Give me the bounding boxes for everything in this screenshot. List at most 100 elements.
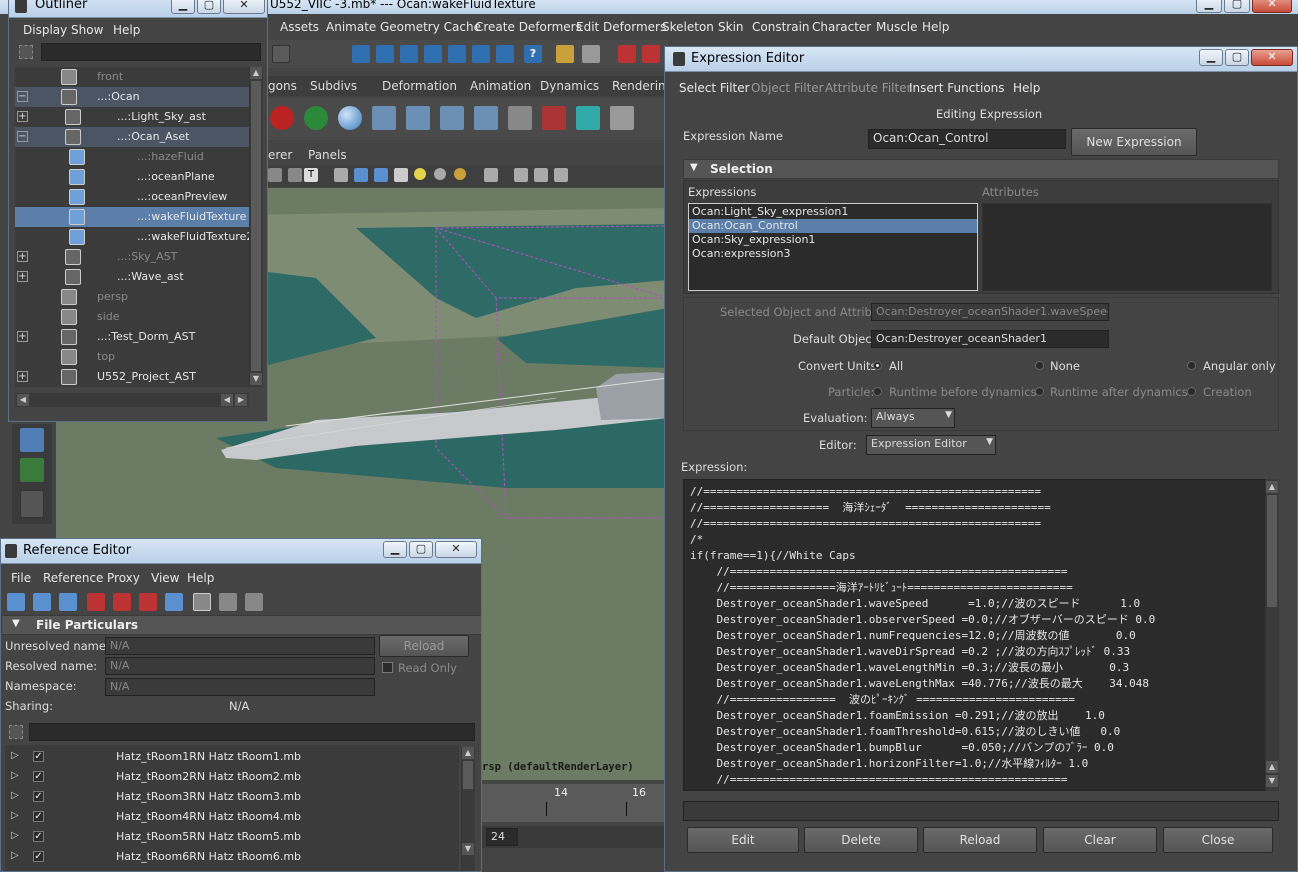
outliner-item[interactable]: + ...:Wave_ast bbox=[15, 267, 249, 287]
checker-icon[interactable] bbox=[394, 168, 408, 182]
loaded-checkbox[interactable]: ✓ bbox=[33, 771, 44, 782]
expression-code-area[interactable]: //======================================… bbox=[683, 479, 1269, 791]
scroll-right-arrow-icon[interactable]: ▶ bbox=[235, 394, 247, 406]
refed-close-button[interactable]: ✕ bbox=[435, 541, 477, 558]
main-menu-item[interactable]: Help bbox=[922, 20, 949, 34]
refed-menu-item[interactable]: Proxy bbox=[107, 571, 140, 585]
command-line-field[interactable] bbox=[683, 801, 1279, 821]
outliner-maximize-button[interactable]: ▢ bbox=[197, 0, 221, 14]
main-menu-item[interactable]: Skin bbox=[718, 20, 744, 34]
reload-button[interactable]: Reload bbox=[379, 635, 469, 657]
expred-close-button[interactable]: ✕ bbox=[1251, 49, 1293, 66]
timeline[interactable]: 14 16 bbox=[482, 784, 668, 822]
file-particulars-section[interactable]: ▼ File Particulars bbox=[1, 615, 481, 635]
scroll-left-arrow-icon[interactable]: ◀ bbox=[221, 394, 233, 406]
scroll-thumb[interactable] bbox=[251, 81, 261, 371]
reload-reference-icon[interactable] bbox=[113, 593, 131, 611]
bookmark-icon[interactable] bbox=[288, 168, 302, 182]
snap-curve-icon[interactable] bbox=[376, 45, 394, 63]
expression-list-item[interactable]: Ocan:expression3 bbox=[689, 247, 977, 261]
loaded-checkbox[interactable]: ✓ bbox=[33, 811, 44, 822]
unload-reference-icon[interactable] bbox=[87, 593, 105, 611]
evaluation-dropdown[interactable]: Always ▼ bbox=[871, 408, 955, 428]
select-tool-icon[interactable] bbox=[272, 45, 290, 63]
snap-surface-icon[interactable] bbox=[448, 45, 466, 63]
outliner-menu-item[interactable]: Display bbox=[23, 23, 67, 37]
shelf-joint-icon[interactable] bbox=[372, 106, 396, 130]
range-slider[interactable]: 24 bbox=[482, 826, 668, 848]
ao-icon[interactable] bbox=[454, 168, 466, 180]
share-icon[interactable] bbox=[554, 168, 568, 182]
outliner-item[interactable]: + U552_Project_AST bbox=[15, 367, 249, 387]
move-tool-icon[interactable] bbox=[20, 458, 44, 482]
refed-search-input[interactable] bbox=[29, 723, 475, 741]
particle-after-radio[interactable] bbox=[1035, 387, 1044, 396]
shelf-red-arrow-icon[interactable] bbox=[270, 106, 294, 130]
loaded-checkbox[interactable]: ✓ bbox=[33, 791, 44, 802]
shelf-tab[interactable]: Subdivs bbox=[310, 79, 357, 93]
main-menu-item[interactable]: Edit Deformers bbox=[576, 20, 666, 34]
outliner-scrollbar[interactable]: ▲ ▼ bbox=[249, 67, 263, 387]
loaded-checkbox[interactable]: ✓ bbox=[33, 851, 44, 862]
shelf-tab[interactable]: Dynamics bbox=[540, 79, 599, 93]
shelf-joint2-icon[interactable] bbox=[406, 106, 430, 130]
expand-arrow-icon[interactable]: ▷ bbox=[11, 790, 19, 801]
reference-row[interactable]: ▷ ✓ Hatz_tRoom3RN Hatz tRoom3.mb bbox=[5, 787, 459, 807]
delete-button[interactable]: Delete bbox=[804, 827, 918, 853]
shelf-paint-icon[interactable] bbox=[542, 106, 566, 130]
blank-tool-icon[interactable] bbox=[20, 490, 44, 518]
expand-arrow-icon[interactable]: ▷ bbox=[11, 770, 19, 781]
refed-maximize-button[interactable]: ▢ bbox=[409, 541, 433, 558]
expred-menu-item[interactable]: Object Filter bbox=[751, 81, 824, 95]
resolved-name-field[interactable]: N/A bbox=[105, 657, 375, 675]
outliner-item[interactable]: ...:oceanPreview bbox=[15, 187, 249, 207]
expand-toggle-icon[interactable]: + bbox=[17, 271, 28, 282]
render-view-icon[interactable] bbox=[618, 45, 636, 63]
shelf-tab[interactable]: Animation bbox=[470, 79, 531, 93]
paint-tool-icon[interactable] bbox=[20, 428, 44, 452]
reference-scrollbar[interactable]: ▲ ▼ bbox=[461, 747, 475, 871]
scroll-left-arrow-icon[interactable]: ◀ bbox=[17, 394, 29, 406]
lock-icon[interactable] bbox=[556, 45, 574, 63]
outliner-item[interactable]: + ...:Sky_AST bbox=[15, 247, 249, 267]
main-minimize-button[interactable]: ▁ bbox=[1196, 0, 1222, 13]
refed-menu-item[interactable]: File bbox=[11, 571, 31, 585]
expred-minimize-button[interactable]: ▁ bbox=[1199, 49, 1223, 66]
expand-toggle-icon[interactable]: + bbox=[17, 111, 28, 122]
convert-all-radio[interactable] bbox=[873, 361, 882, 370]
reference-row[interactable]: ▷ ✓ Hatz_tRoom2RN Hatz tRoom2.mb bbox=[5, 767, 459, 787]
attributes-list[interactable] bbox=[982, 203, 1272, 291]
shelf-tab[interactable]: gons bbox=[268, 79, 297, 93]
outliner-menu-item[interactable]: Show bbox=[71, 23, 103, 37]
shadow-icon[interactable] bbox=[434, 168, 446, 180]
outliner-close-button[interactable]: ✕ bbox=[223, 0, 265, 14]
outliner-item[interactable]: − ...:Ocan_Aset bbox=[15, 127, 249, 147]
main-menu-item[interactable]: Geometry Cache bbox=[380, 20, 481, 34]
shelf-sphere-icon[interactable] bbox=[338, 106, 362, 130]
expand-toggle-icon[interactable]: − bbox=[17, 131, 28, 142]
main-menu-item[interactable]: Character bbox=[812, 20, 871, 34]
expand-toggle-icon[interactable]: + bbox=[17, 251, 28, 262]
expred-menu-item[interactable]: Attribute Filter bbox=[825, 81, 912, 95]
clear-button[interactable]: Clear bbox=[1043, 827, 1157, 853]
expred-menu-item[interactable]: Help bbox=[1013, 81, 1040, 95]
main-menu-item[interactable]: Skeleton bbox=[662, 20, 714, 34]
main-menu-item[interactable]: Animate bbox=[326, 20, 376, 34]
expression-list-item[interactable]: Ocan:Light_Sky_expression1 bbox=[689, 205, 977, 219]
main-close-button[interactable]: ✕ bbox=[1252, 0, 1292, 13]
code-scrollbar[interactable]: ▲ ▲ ▼ bbox=[1265, 479, 1279, 791]
expand-toggle-icon[interactable]: − bbox=[17, 91, 28, 102]
outliner-item[interactable]: ...:hazeFluid bbox=[15, 147, 249, 167]
outliner-item[interactable]: top bbox=[15, 347, 249, 367]
reference-row[interactable]: ▷ ✓ Hatz_tRoom4RN Hatz tRoom4.mb bbox=[5, 807, 459, 827]
text-icon[interactable]: T bbox=[304, 168, 318, 182]
render-icon[interactable] bbox=[496, 45, 514, 63]
outliner-item[interactable]: + ...:Test_Dorm_AST bbox=[15, 327, 249, 347]
loaded-checkbox[interactable]: ✓ bbox=[33, 831, 44, 842]
shelf-skin-icon[interactable] bbox=[576, 106, 600, 130]
main-menu-item[interactable]: Create Deformers bbox=[475, 20, 582, 34]
ipr-icon[interactable] bbox=[642, 45, 660, 63]
xray-icon[interactable] bbox=[514, 168, 528, 182]
lock-reference-icon[interactable] bbox=[139, 593, 157, 611]
expression-list-item[interactable]: Ocan:Sky_expression1 bbox=[689, 233, 977, 247]
